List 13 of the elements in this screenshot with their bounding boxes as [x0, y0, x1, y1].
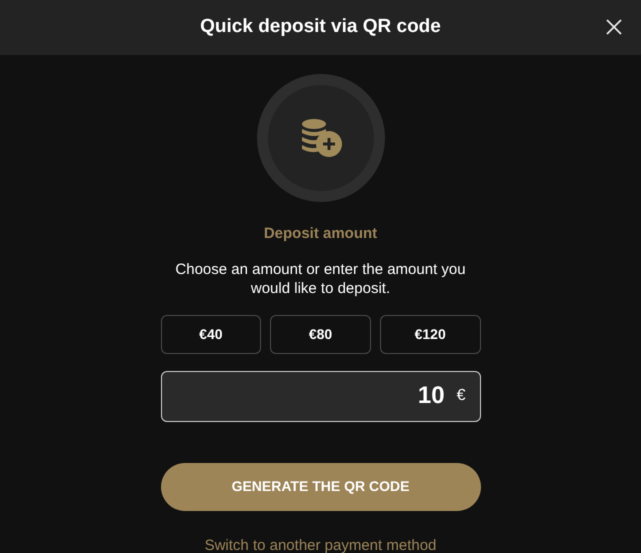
- section-heading: Deposit amount: [264, 224, 378, 244]
- amount-option[interactable]: €80: [270, 314, 371, 354]
- amount-option[interactable]: €120: [380, 314, 481, 354]
- generate-button[interactable]: GENERATE THE QR CODE: [160, 462, 480, 510]
- amount-value: 10: [418, 381, 445, 411]
- amount-field[interactable]: 10 €: [160, 370, 480, 422]
- close-button[interactable]: [605, 18, 623, 36]
- close-icon: [606, 19, 622, 35]
- instruction-text: Choose an amount or enter the amount you would like to deposit.: [174, 260, 467, 298]
- amount-option[interactable]: €40: [160, 314, 262, 354]
- currency-symbol: €: [456, 386, 466, 406]
- switch-payment-link[interactable]: Switch to another payment method: [204, 534, 436, 553]
- window-title: Quick deposit via QR code: [200, 15, 441, 40]
